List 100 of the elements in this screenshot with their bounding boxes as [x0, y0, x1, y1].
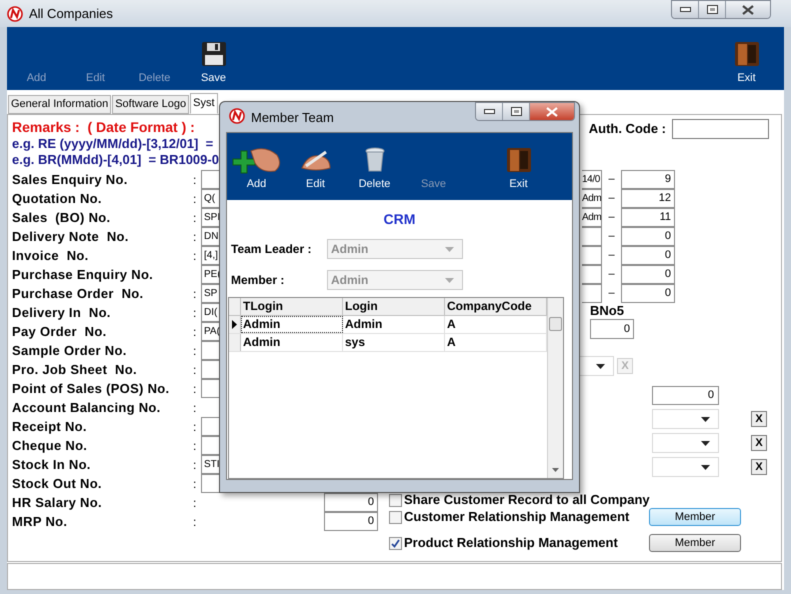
- field-label: Purchase Enquiry No.: [12, 266, 154, 284]
- row-header[interactable]: [229, 316, 241, 333]
- field-label: Cheque No.: [12, 436, 88, 455]
- counter-field[interactable]: 12: [621, 189, 675, 208]
- colon: :: [193, 344, 196, 358]
- counter-field[interactable]: 0: [621, 284, 675, 303]
- clear-button[interactable]: X: [751, 459, 767, 475]
- door-icon: [504, 146, 532, 174]
- remarks-example: e.g. RE (yyyy/MM/dd)-[3,12/01] =: [12, 136, 214, 152]
- field-label: Invoice No.: [12, 246, 90, 265]
- row-pointer-icon: [232, 320, 237, 329]
- close-icon: [546, 106, 558, 116]
- colon: :: [193, 210, 196, 224]
- clear-button[interactable]: X: [751, 411, 767, 427]
- colon: :: [193, 438, 196, 452]
- dash: –: [608, 229, 615, 244]
- number-field[interactable]: 0: [324, 493, 378, 512]
- maximize-icon: [706, 5, 718, 14]
- edit-button[interactable]: Edit: [286, 133, 345, 200]
- field-label: Quotation No.: [12, 190, 103, 208]
- dialog-title: Member Team: [251, 109, 334, 127]
- trash-can-icon: [364, 147, 386, 173]
- dropdown-arrow-icon: [445, 278, 454, 282]
- clear-button[interactable]: X: [751, 435, 767, 451]
- colon: :: [193, 514, 196, 528]
- counter-field[interactable]: 0: [621, 227, 675, 246]
- exit-button[interactable]: Exit: [489, 133, 548, 200]
- dropdown-arrow-icon: [701, 440, 710, 446]
- prefix-field[interactable]: [582, 246, 602, 265]
- crm-heading: CRM: [382, 210, 416, 229]
- scroll-thumb[interactable]: [549, 317, 562, 331]
- colon: :: [193, 324, 196, 338]
- colon: :: [193, 476, 196, 490]
- colon: :: [193, 496, 196, 510]
- table-cell: Admin: [241, 334, 343, 351]
- prefix-field[interactable]: [582, 265, 602, 284]
- maximize-button[interactable]: [503, 103, 530, 120]
- tab[interactable]: Syst: [190, 93, 218, 114]
- dash: –: [608, 210, 615, 226]
- colon: :: [193, 420, 196, 434]
- field-label: Point of Sales (POS) No.: [12, 380, 170, 398]
- prefix-field[interactable]: [582, 284, 602, 303]
- maximize-button[interactable]: [699, 1, 726, 18]
- vertical-scrollbar[interactable]: [547, 298, 563, 478]
- colon: :: [193, 458, 196, 472]
- exit-button[interactable]: Exit: [717, 27, 776, 90]
- colon: :: [193, 192, 196, 206]
- field-label: Pro. Job Sheet No.: [12, 360, 138, 379]
- dropdown-arrow-icon: [701, 464, 710, 470]
- minimize-icon: [680, 7, 690, 12]
- tab[interactable]: General Information: [8, 95, 112, 114]
- column-header[interactable]: TLogin: [241, 298, 343, 315]
- maximize-icon: [510, 107, 522, 116]
- colon: :: [193, 172, 196, 186]
- colon: :: [193, 248, 196, 262]
- door-icon: [732, 40, 760, 68]
- field-label: Account Balancing No.: [12, 398, 162, 417]
- prefix-field[interactable]: [582, 227, 602, 246]
- checkbox[interactable]: [389, 510, 402, 524]
- checkbox[interactable]: [389, 536, 402, 550]
- colon: :: [193, 382, 196, 396]
- dash: –: [608, 248, 615, 264]
- dropdown-arrow-icon: [445, 246, 454, 252]
- column-header[interactable]: Login: [343, 298, 445, 315]
- dash: –: [608, 286, 615, 302]
- member-button[interactable]: Member: [649, 534, 741, 552]
- dash: –: [608, 172, 615, 188]
- counter-field[interactable]: 9: [621, 170, 675, 189]
- table-cell: Admin: [343, 316, 445, 333]
- checkbox-label: Product Relationship Management: [404, 534, 619, 552]
- field-label: Member :: [231, 272, 286, 289]
- save-button[interactable]: Save: [184, 27, 243, 90]
- counter-field[interactable]: 0: [621, 265, 675, 284]
- number-field[interactable]: 0: [324, 512, 378, 531]
- close-button[interactable]: [726, 1, 770, 18]
- tab[interactable]: Software Logo: [112, 95, 190, 114]
- field-label: Team Leader :: [231, 241, 312, 258]
- checkbox-label: Share Customer Record to all Company: [404, 491, 649, 510]
- auth-code-field[interactable]: [672, 119, 769, 139]
- counter-field[interactable]: 0: [621, 246, 675, 265]
- prefix-field[interactable]: Adm: [582, 208, 602, 227]
- minimize-button[interactable]: [476, 103, 503, 120]
- counter-field[interactable]: 11: [621, 208, 675, 227]
- field-label: Stock Out No.: [12, 474, 103, 493]
- bno5-field[interactable]: 0: [590, 319, 634, 339]
- prefix-field[interactable]: Adm: [582, 189, 602, 208]
- member-button[interactable]: Member: [649, 508, 741, 526]
- check-icon: [391, 538, 400, 548]
- number-field[interactable]: 0: [652, 386, 719, 405]
- field-label: Delivery In No.: [12, 304, 112, 322]
- close-button[interactable]: [530, 103, 574, 120]
- table-cell: sys: [343, 334, 445, 351]
- field-label: Sales Enquiry No.: [12, 170, 129, 189]
- minimize-button[interactable]: [672, 1, 699, 18]
- checkbox[interactable]: [389, 494, 402, 506]
- field-label: HR Salary No.: [12, 494, 103, 512]
- checkbox-label: Customer Relationship Management: [404, 508, 630, 526]
- field-label: Receipt No.: [12, 418, 88, 436]
- delete-button[interactable]: Delete: [345, 133, 404, 200]
- prefix-field[interactable]: 14/0: [582, 170, 602, 189]
